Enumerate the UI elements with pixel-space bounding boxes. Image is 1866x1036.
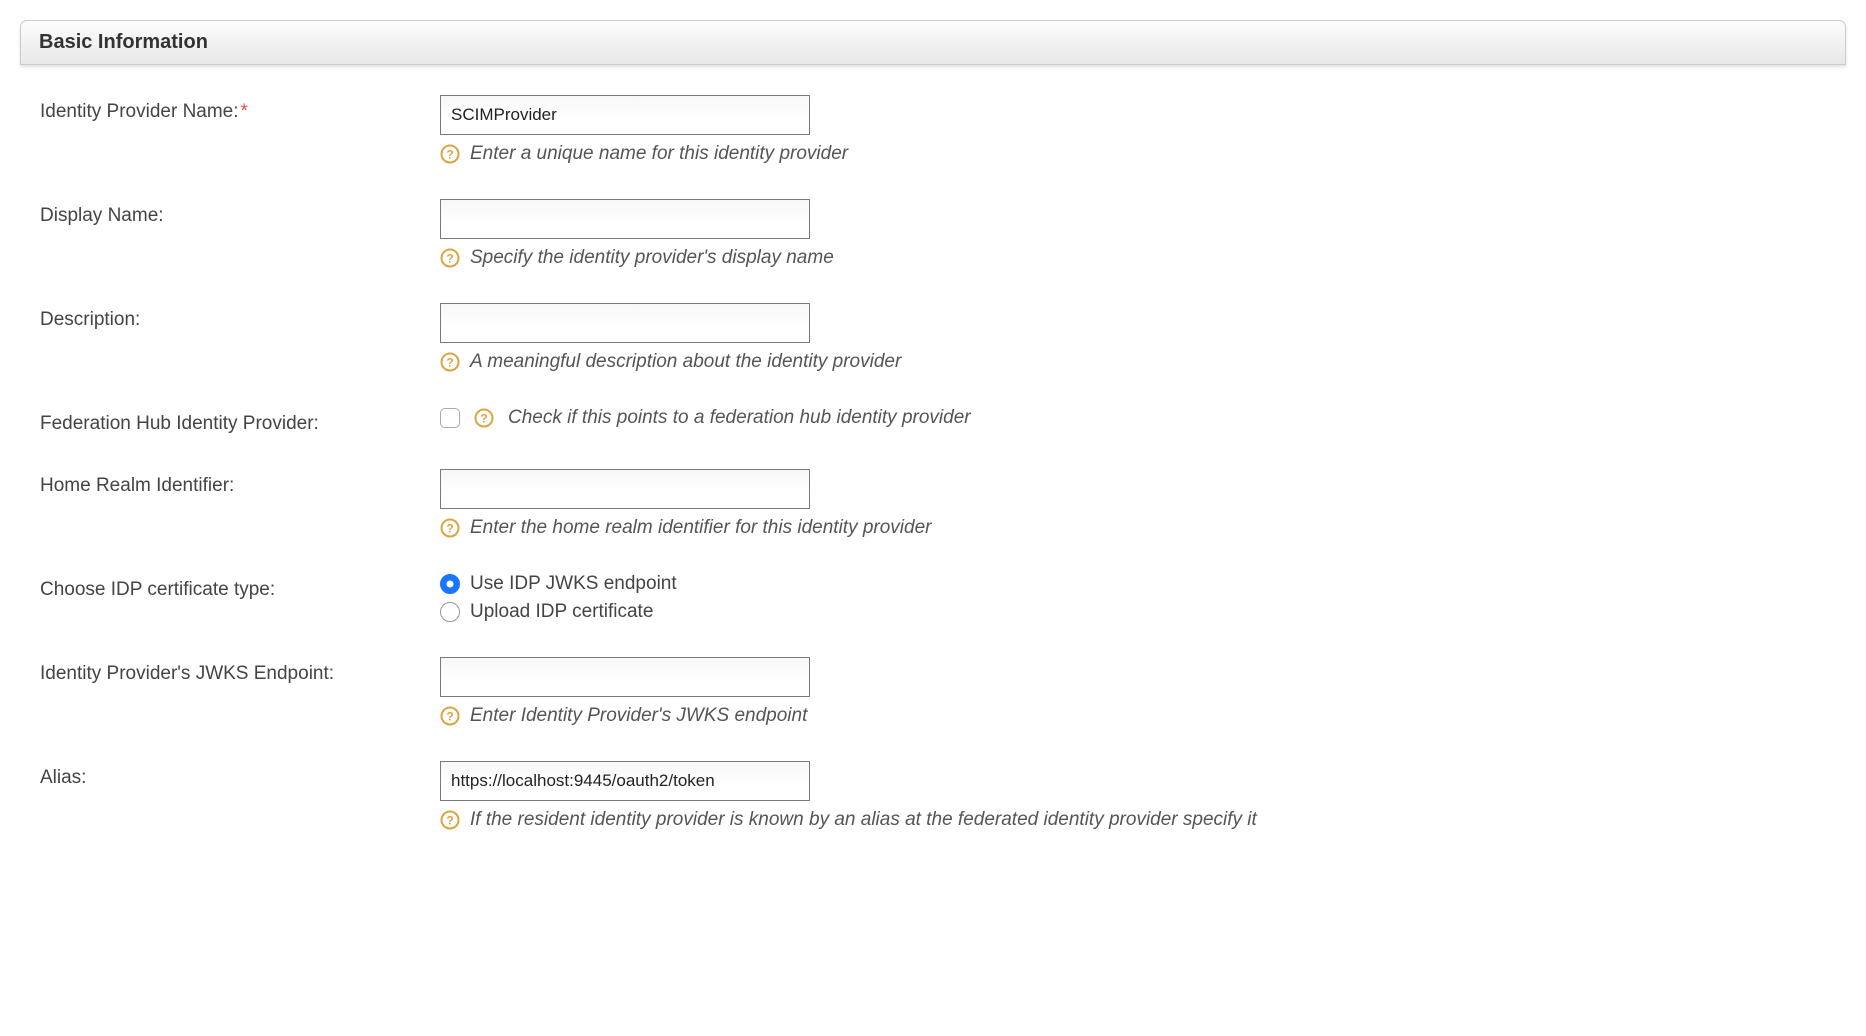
display-name-input[interactable] xyxy=(440,199,810,239)
help-icon[interactable] xyxy=(440,144,460,164)
row-jwks-endpoint: Identity Provider's JWKS Endpoint: Enter… xyxy=(40,657,1826,727)
help-icon[interactable] xyxy=(440,518,460,538)
radio-option-jwks[interactable]: Use IDP JWKS endpoint xyxy=(440,573,1826,595)
hint-display-name: Specify the identity provider's display … xyxy=(470,247,834,269)
radio-upload-label: Upload IDP certificate xyxy=(470,601,653,623)
jwks-endpoint-input[interactable] xyxy=(440,657,810,697)
label-jwks-endpoint: Identity Provider's JWKS Endpoint: xyxy=(40,657,440,685)
federation-hub-checkbox[interactable] xyxy=(440,408,460,428)
label-idp-name-text: Identity Provider Name: xyxy=(40,101,239,122)
section-header: Basic Information xyxy=(20,20,1846,65)
row-alias: Alias: If the resident identity provider… xyxy=(40,761,1826,831)
hint-federation-hub: Check if this points to a federation hub… xyxy=(508,407,971,429)
radio-option-upload[interactable]: Upload IDP certificate xyxy=(440,601,1826,623)
help-icon[interactable] xyxy=(440,706,460,726)
row-home-realm: Home Realm Identifier: Enter the home re… xyxy=(40,469,1826,539)
label-alias: Alias: xyxy=(40,761,440,789)
label-federation-hub: Federation Hub Identity Provider: xyxy=(40,407,440,435)
hint-jwks-endpoint: Enter Identity Provider's JWKS endpoint xyxy=(470,705,807,727)
help-icon[interactable] xyxy=(440,248,460,268)
required-star: * xyxy=(241,101,248,122)
section-title: Basic Information xyxy=(39,31,208,53)
row-description: Description: A meaningful description ab… xyxy=(40,303,1826,373)
hint-alias: If the resident identity provider is kno… xyxy=(470,809,1257,831)
row-display-name: Display Name: Specify the identity provi… xyxy=(40,199,1826,269)
hint-idp-name: Enter a unique name for this identity pr… xyxy=(470,143,848,165)
alias-input[interactable] xyxy=(440,761,810,801)
radio-jwks[interactable] xyxy=(440,574,460,594)
idp-name-input[interactable] xyxy=(440,95,810,135)
row-federation-hub: Federation Hub Identity Provider: Check … xyxy=(40,407,1826,435)
row-idp-name: Identity Provider Name:* Enter a unique … xyxy=(40,95,1826,165)
description-input[interactable] xyxy=(440,303,810,343)
label-home-realm: Home Realm Identifier: xyxy=(40,469,440,497)
hint-description: A meaningful description about the ident… xyxy=(470,351,901,373)
radio-jwks-label: Use IDP JWKS endpoint xyxy=(470,573,677,595)
label-idp-name: Identity Provider Name:* xyxy=(40,95,440,123)
help-icon[interactable] xyxy=(474,408,494,428)
row-cert-type: Choose IDP certificate type: Use IDP JWK… xyxy=(40,573,1826,623)
cert-type-radio-group: Use IDP JWKS endpoint Upload IDP certifi… xyxy=(440,573,1826,623)
home-realm-input[interactable] xyxy=(440,469,810,509)
hint-home-realm: Enter the home realm identifier for this… xyxy=(470,517,932,539)
help-icon[interactable] xyxy=(440,810,460,830)
basic-info-form: Identity Provider Name:* Enter a unique … xyxy=(0,65,1866,885)
radio-upload[interactable] xyxy=(440,602,460,622)
help-icon[interactable] xyxy=(440,352,460,372)
label-cert-type: Choose IDP certificate type: xyxy=(40,573,440,601)
label-display-name: Display Name: xyxy=(40,199,440,227)
label-description: Description: xyxy=(40,303,440,331)
